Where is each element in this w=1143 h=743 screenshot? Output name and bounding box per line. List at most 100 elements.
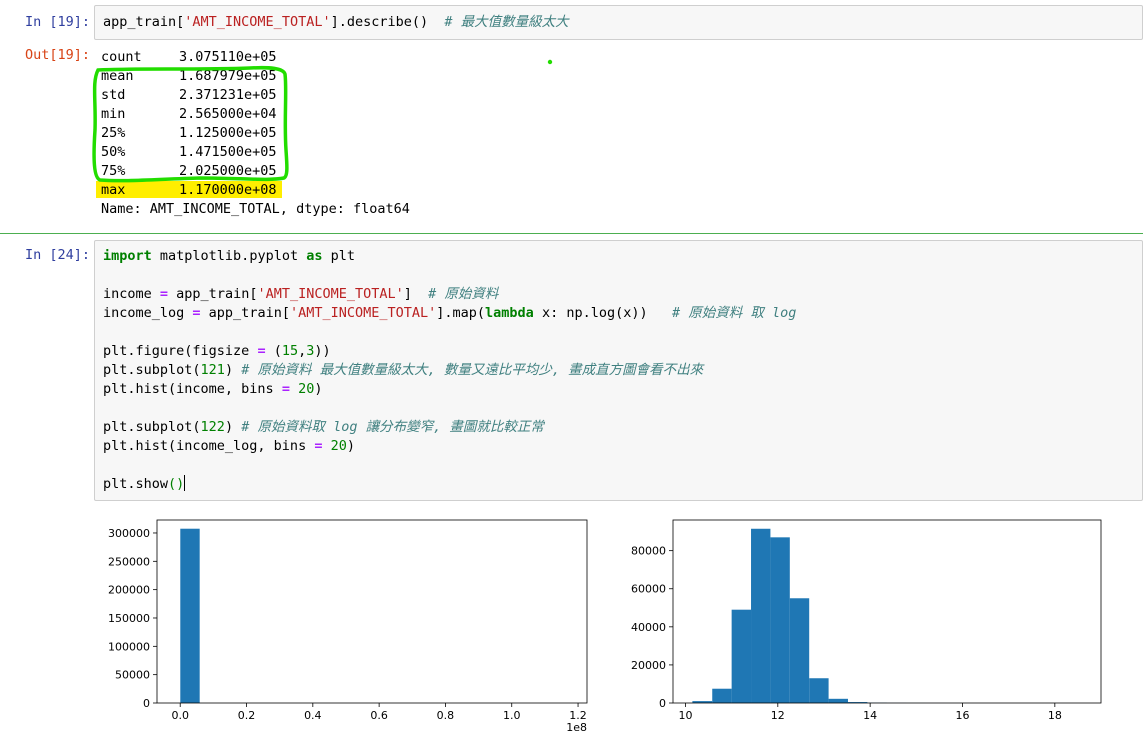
- code-comment: # 原始資料: [428, 286, 499, 302]
- y-tick-label: 50000: [115, 669, 150, 682]
- cell-separator: [0, 233, 1143, 234]
- histogram-bar: [789, 598, 810, 703]
- y-tick-label: 300000: [108, 527, 150, 540]
- code-string: 'AMT_INCOME_TOTAL': [257, 286, 404, 302]
- code-text: app_train[: [103, 14, 185, 30]
- code-line-hist-income: plt.hist(income, bins = 20): [103, 380, 323, 399]
- code-paren: (): [168, 476, 185, 492]
- histogram-bar: [751, 528, 771, 703]
- code-text: plt.figure(figsize: [103, 343, 258, 359]
- x-tick-label: 0.4: [304, 709, 322, 722]
- code-text: app_train[: [168, 286, 258, 302]
- code-comment: # 原始資料取 log 讓分布變窄, 畫圖就比較正常: [241, 419, 544, 435]
- code-text: (: [265, 343, 282, 359]
- describe-row: std 2.371231e+05: [101, 86, 277, 105]
- code-text: ): [346, 438, 356, 454]
- code-line-import: import matplotlib.pyplot as plt: [103, 247, 355, 266]
- x-tick-label: 18: [1048, 709, 1062, 722]
- cell-19-code-line: app_train['AMT_INCOME_TOTAL'].describe()…: [103, 13, 569, 32]
- text-cursor: [184, 475, 186, 491]
- code-line-hist-income-log: plt.hist(income_log, bins = 20): [103, 437, 355, 456]
- cell-19-out-prompt: Out[19]:: [24, 47, 90, 63]
- code-text: income_log: [103, 305, 193, 321]
- code-string: 'AMT_INCOME_TOTAL': [184, 14, 331, 30]
- describe-row: 25% 1.125000e+05: [101, 124, 277, 143]
- describe-value: 2.025000e+05: [179, 163, 277, 179]
- describe-row: count 3.075110e+05: [101, 48, 277, 67]
- code-keyword: import: [103, 248, 152, 264]
- code-line-subplot-121: plt.subplot(121) # 原始資料 最大值數量級太大, 數量又遠比平…: [103, 361, 703, 380]
- histogram-bar: [770, 537, 790, 703]
- describe-row: max 1.170000e+08: [101, 181, 277, 200]
- code-text: app_train[: [200, 305, 290, 321]
- code-comment: # 原始資料 取 log: [672, 305, 797, 321]
- code-text: plt: [322, 248, 355, 264]
- code-text: plt.hist(income_log, bins: [103, 438, 315, 454]
- code-operator: =: [159, 286, 169, 302]
- code-line-income: income = app_train['AMT_INCOME_TOTAL'] #…: [103, 285, 498, 304]
- y-tick-label: 0: [143, 697, 150, 710]
- x-tick-label: 0.2: [238, 709, 256, 722]
- x-tick-label: 0.8: [437, 709, 455, 722]
- describe-value: 1.471500e+05: [179, 144, 277, 160]
- code-line-income-log: income_log = app_train['AMT_INCOME_TOTAL…: [103, 304, 796, 323]
- code-text: ].describe(): [330, 14, 445, 30]
- code-number: 20: [298, 381, 315, 397]
- code-text: ].map(: [436, 305, 486, 321]
- code-text: matplotlib.pyplot: [151, 248, 307, 264]
- code-number: 122: [200, 419, 225, 435]
- income-log-histogram: 10 12 14 16 18 0 20000 40000 60000 80000: [631, 519, 1102, 722]
- y-tick-label: 20000: [631, 659, 666, 672]
- x-tick-label: 16: [955, 709, 969, 722]
- cell-24-in-prompt: In [24]:: [24, 247, 90, 263]
- describe-value: 1.125000e+05: [179, 125, 277, 141]
- describe-row: mean 1.687979e+05: [101, 67, 277, 86]
- describe-value: 1.687979e+05: [179, 68, 277, 84]
- dtype-line: Name: AMT_INCOME_TOTAL, dtype: float64: [101, 201, 410, 217]
- plot-frame: [156, 519, 588, 704]
- x-tick-label: 10: [678, 709, 692, 722]
- cell-24-code-editor[interactable]: import matplotlib.pyplot as plt income =…: [94, 240, 1143, 501]
- histogram-bar: [731, 609, 752, 703]
- describe-value: 1.170000e+08: [179, 182, 277, 198]
- describe-label: max: [101, 182, 126, 198]
- histogram-bar: [809, 678, 829, 703]
- code-text: ): [224, 362, 242, 378]
- income-histogram: 0.0 0.2 0.4 0.6 0.8 1.0 1.20500001000001500002…: [108, 519, 588, 734]
- y-tick-label: 150000: [108, 612, 150, 625]
- describe-label: count: [101, 49, 142, 65]
- code-comment: # 最大值數量級太大: [444, 14, 569, 30]
- y-tick-label: 200000: [108, 584, 150, 597]
- histogram-bar: [828, 698, 848, 703]
- code-line-subplot-122: plt.subplot(122) # 原始資料取 log 讓分布變窄, 畫圖就比…: [103, 418, 544, 437]
- describe-value: 3.075110e+05: [179, 49, 277, 65]
- code-operator: =: [192, 305, 201, 321]
- cell-19-in-prompt: In [19]:: [24, 14, 90, 30]
- cell-19-code-editor[interactable]: app_train['AMT_INCOME_TOTAL'].describe()…: [94, 5, 1143, 40]
- code-keyword: lambda: [485, 305, 534, 321]
- describe-label: min: [101, 106, 126, 122]
- histogram-bar: [712, 688, 732, 703]
- describe-row: 75% 2.025000e+05: [101, 162, 277, 181]
- x-tick-label: 14: [863, 709, 877, 722]
- describe-value: 2.371231e+05: [179, 87, 277, 103]
- describe-value: 2.565000e+04: [179, 106, 277, 122]
- describe-label: std: [101, 87, 126, 103]
- code-number: 15: [281, 343, 299, 359]
- code-text: plt.subplot(: [103, 419, 201, 435]
- x-offset-label: 1e8: [566, 721, 587, 734]
- histogram-bar: [180, 528, 200, 703]
- y-tick-label: 40000: [631, 621, 666, 634]
- y-tick-label: 80000: [631, 545, 666, 558]
- x-tick-label: 0.6: [370, 709, 388, 722]
- code-text: plt.show: [103, 476, 169, 492]
- describe-label: 75%: [101, 163, 126, 179]
- x-tick-label: 12: [771, 709, 785, 722]
- y-tick-label: 60000: [631, 583, 666, 596]
- code-number: 20: [330, 438, 347, 454]
- code-line-figure: plt.figure(figsize = (15,3)): [103, 342, 331, 361]
- code-text: ]: [403, 286, 429, 302]
- describe-label: mean: [101, 68, 134, 84]
